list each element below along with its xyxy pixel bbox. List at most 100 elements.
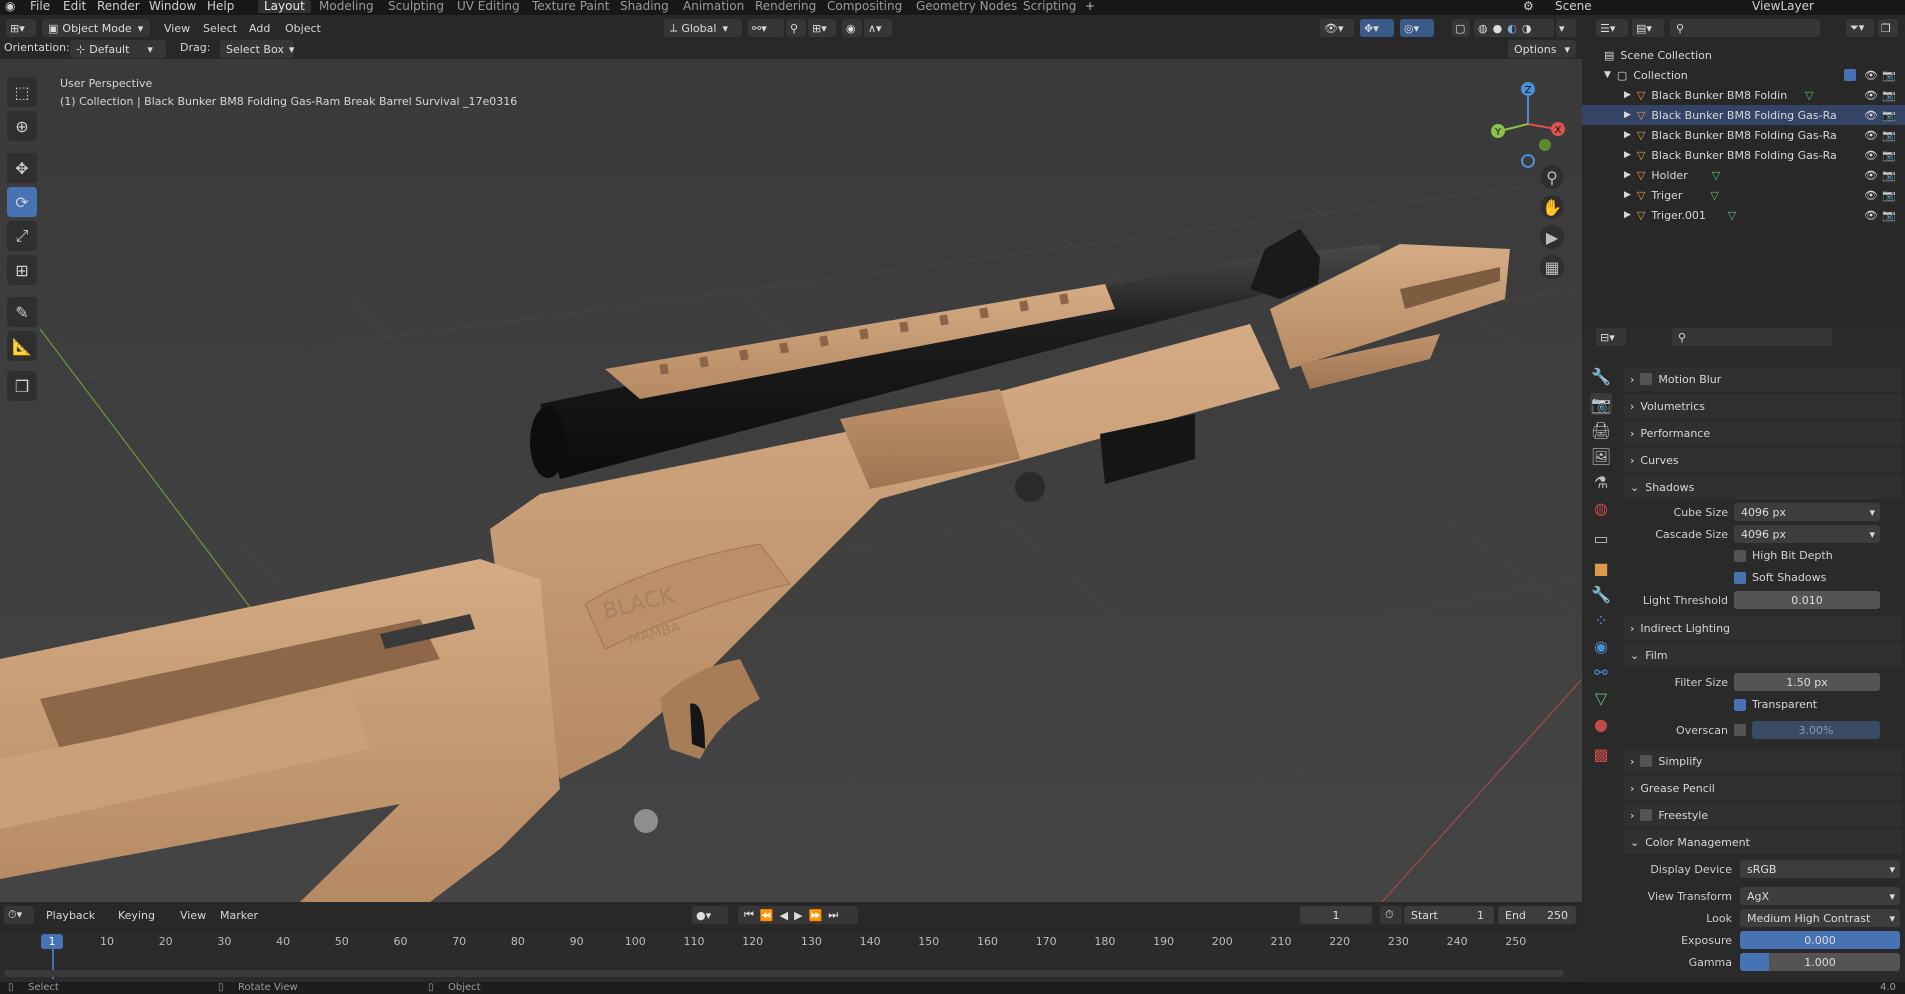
gizmo-toggle[interactable]: ✥▾: [1360, 19, 1394, 37]
object-tab-icon[interactable]: ■: [1590, 557, 1612, 579]
jump-start-icon[interactable]: ⏮: [744, 908, 760, 922]
motion-blur-checkbox[interactable]: [1640, 373, 1653, 385]
cascade-size-dropdown[interactable]: 4096 px ▾: [1734, 525, 1880, 543]
outliner-collection[interactable]: ▼ ▢ Collection 👁 📷: [1582, 65, 1905, 85]
outliner-search-input[interactable]: ⚲: [1670, 19, 1820, 37]
proportional-edit-toggle[interactable]: ◉: [842, 19, 862, 37]
display-device-dropdown[interactable]: sRGB ▾: [1740, 860, 1900, 878]
overlays-toggle[interactable]: ◎▾: [1400, 19, 1434, 37]
expand-arrow-icon[interactable]: ▶: [1624, 110, 1631, 120]
output-tab-icon[interactable]: 🖨: [1590, 419, 1612, 441]
menu-render[interactable]: Render: [97, 0, 140, 13]
current-frame-field[interactable]: 1: [1300, 906, 1372, 924]
camera-icon[interactable]: 📷: [1882, 169, 1896, 182]
exposure-field[interactable]: 0.000: [1740, 931, 1900, 949]
timeline-menu-keying[interactable]: Keying: [118, 909, 155, 922]
section-grease-pencil[interactable]: › Grease Pencil: [1624, 776, 1902, 800]
gamma-field[interactable]: 1.000: [1740, 953, 1900, 971]
new-collection-button[interactable]: ❐: [1878, 19, 1898, 37]
simplify-checkbox[interactable]: [1640, 755, 1653, 767]
look-dropdown[interactable]: Medium High Contrast ▾: [1740, 909, 1900, 927]
wireframe-shading-icon[interactable]: ◍: [1478, 22, 1488, 35]
camera-icon[interactable]: 📷: [1882, 129, 1896, 142]
xray-toggle[interactable]: ▢: [1452, 19, 1470, 37]
eye-icon[interactable]: 👁: [1864, 129, 1878, 142]
falloff-button[interactable]: ∧▾: [864, 19, 892, 37]
material-tab-icon[interactable]: ●: [1590, 713, 1612, 735]
pan-hand-icon[interactable]: ✋: [1540, 195, 1564, 219]
outliner-item[interactable]: ▶ ▽ Black Bunker BM8 Folding Gas-Ra 👁 📷: [1582, 125, 1905, 145]
object-mode-dropdown[interactable]: ▣ Object Mode ▾: [42, 19, 150, 37]
outliner-item[interactable]: ▶ ▽ Triger.001 ▽ 👁 📷: [1582, 205, 1905, 225]
tab-compositing[interactable]: Compositing: [827, 0, 902, 13]
add-cube-tool[interactable]: ❒: [7, 371, 37, 401]
eye-icon[interactable]: 👁: [1864, 189, 1878, 202]
freestyle-checkbox[interactable]: [1640, 809, 1653, 821]
frame-ruler[interactable]: 1102030405060708090100110120130140150160…: [0, 932, 1582, 952]
start-frame-field[interactable]: Start 1: [1404, 906, 1494, 924]
camera-icon[interactable]: 📷: [1882, 189, 1896, 202]
display-mode-button[interactable]: ▤▾: [1632, 19, 1664, 37]
camera-view-icon[interactable]: ▶: [1540, 225, 1564, 249]
prev-key-icon[interactable]: ⏪: [760, 909, 780, 922]
visibility-button[interactable]: 👁▾: [1320, 19, 1354, 37]
menu-window[interactable]: Window: [149, 0, 196, 13]
perspective-grid-icon[interactable]: ▦: [1540, 255, 1564, 279]
overscan-field[interactable]: 3.00%: [1752, 721, 1880, 739]
eye-icon[interactable]: 👁: [1864, 69, 1878, 82]
expand-arrow-icon[interactable]: ▶: [1624, 90, 1631, 100]
menu-help[interactable]: Help: [207, 0, 234, 13]
outliner-item[interactable]: ▶ ▽ Black Bunker BM8 Folding Gas-Ra 👁 📷: [1582, 145, 1905, 165]
tool-tab-icon[interactable]: 🔧: [1590, 365, 1612, 387]
eye-icon[interactable]: 👁: [1864, 149, 1878, 162]
tab-shading[interactable]: Shading: [620, 0, 669, 13]
zoom-icon[interactable]: ⚲: [1540, 165, 1564, 189]
expand-arrow-icon[interactable]: ▶: [1624, 210, 1631, 220]
timeline-scrollbar[interactable]: [4, 970, 1564, 977]
expand-arrow-icon[interactable]: ▶: [1624, 130, 1631, 140]
play-reverse-icon[interactable]: ◀: [780, 909, 794, 922]
navigation-gizmo[interactable]: Z X Y: [1488, 79, 1568, 169]
soft-shadows-checkbox[interactable]: [1734, 572, 1746, 584]
select-box-tool[interactable]: ⬚: [7, 77, 37, 107]
eye-icon[interactable]: 👁: [1864, 89, 1878, 102]
eye-icon[interactable]: 👁: [1864, 169, 1878, 182]
expand-arrow-icon[interactable]: ▶: [1624, 170, 1631, 180]
properties-editor-type[interactable]: ⊟▾: [1596, 328, 1626, 346]
menu-add[interactable]: Add: [249, 22, 270, 35]
menu-view[interactable]: View: [164, 22, 190, 35]
transparent-checkbox[interactable]: [1734, 699, 1746, 711]
scene-name[interactable]: Scene: [1555, 0, 1592, 13]
scene-tab-icon[interactable]: ⚗: [1590, 471, 1612, 493]
section-freestyle[interactable]: › Freestyle: [1624, 803, 1902, 827]
section-indirect-lighting[interactable]: › Indirect Lighting: [1624, 616, 1902, 640]
timeline-menu-marker[interactable]: Marker: [220, 909, 258, 922]
material-shading-icon[interactable]: ◐: [1507, 22, 1517, 35]
tab-texture-paint[interactable]: Texture Paint: [532, 0, 609, 13]
view-transform-dropdown[interactable]: AgX ▾: [1740, 887, 1900, 905]
menu-edit[interactable]: Edit: [63, 0, 86, 13]
shading-mode-buttons[interactable]: ◍ ● ◐ ◑: [1474, 19, 1554, 37]
drag-dropdown[interactable]: Select Box ▾: [220, 40, 294, 58]
section-color-management[interactable]: ⌄ Color Management: [1624, 830, 1902, 854]
tab-animation[interactable]: Animation: [683, 0, 744, 13]
editor-type-button[interactable]: ⊞▾: [6, 19, 36, 37]
next-key-icon[interactable]: ⏩: [809, 909, 829, 922]
filter-size-field[interactable]: 1.50 px: [1734, 673, 1880, 691]
options-dropdown[interactable]: Options ▾: [1508, 40, 1576, 58]
data-tab-icon[interactable]: ▽: [1590, 687, 1612, 709]
timeline-menu-playback[interactable]: Playback: [46, 909, 95, 922]
add-workspace-button[interactable]: +: [1085, 0, 1095, 13]
scene-icon[interactable]: ⚙: [1523, 0, 1534, 13]
scale-tool[interactable]: ⤢: [7, 221, 37, 251]
annotate-tool[interactable]: ✎: [7, 297, 37, 327]
filter-button[interactable]: ⏷▾: [1846, 19, 1874, 37]
expand-arrow-icon[interactable]: ▶: [1624, 190, 1631, 200]
collection-tab-icon[interactable]: ▭: [1590, 527, 1612, 549]
texture-tab-icon[interactable]: ▩: [1590, 743, 1612, 765]
camera-icon[interactable]: 📷: [1882, 69, 1896, 82]
light-threshold-field[interactable]: 0.010: [1734, 591, 1880, 609]
outliner-editor-type[interactable]: ☰▾: [1596, 19, 1628, 37]
tab-layout[interactable]: Layout: [258, 0, 311, 13]
camera-icon[interactable]: 📷: [1882, 89, 1896, 102]
